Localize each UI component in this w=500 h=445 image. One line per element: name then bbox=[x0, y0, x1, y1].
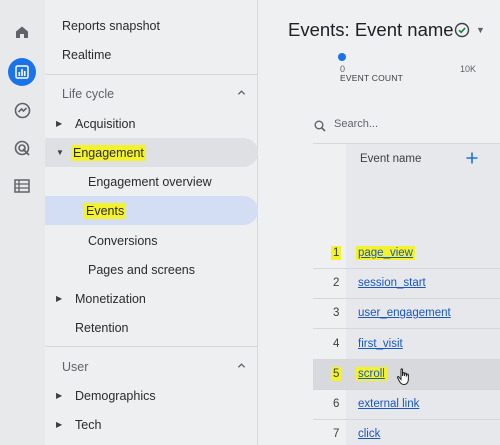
caret-right-icon: ▶ bbox=[56, 119, 63, 128]
row-index: 4 bbox=[333, 338, 340, 350]
caret-right-icon: ▶ bbox=[56, 391, 63, 400]
user-header: User bbox=[62, 359, 89, 374]
analytics-app: Reports snapshot Realtime Life cycle ▶ A… bbox=[0, 0, 500, 445]
chevron-up-icon bbox=[237, 90, 246, 95]
nav-item-engagement-overview[interactable]: Engagement overview bbox=[45, 167, 258, 196]
nav-realtime-label: Realtime bbox=[62, 47, 112, 62]
engagement-label: Engagement bbox=[71, 144, 146, 161]
table-row[interactable]: 6 external link bbox=[313, 390, 500, 420]
event-link-first-visit[interactable]: first_visit bbox=[358, 338, 403, 350]
row-index: 2 bbox=[333, 277, 340, 289]
life-cycle-header: Life cycle bbox=[62, 86, 115, 101]
nav-item-conversions[interactable]: Conversions bbox=[45, 226, 258, 255]
nav-item-monetization[interactable]: ▶ Monetization bbox=[45, 284, 258, 313]
advertising-icon[interactable] bbox=[12, 138, 32, 158]
demographics-label: Demographics bbox=[75, 388, 156, 403]
event-link-page-view[interactable]: page_view bbox=[356, 246, 415, 260]
caret-down-icon: ▼ bbox=[56, 148, 64, 157]
event-link-scroll[interactable]: scroll bbox=[356, 367, 387, 381]
nav-realtime[interactable]: Realtime bbox=[45, 40, 258, 69]
row-index: 5 bbox=[331, 367, 342, 381]
event-link-session-start[interactable]: session_start bbox=[358, 277, 426, 289]
explore-icon[interactable] bbox=[12, 100, 32, 120]
nav-item-pages-and-screens[interactable]: Pages and screens bbox=[45, 255, 258, 284]
table-row[interactable]: 2 session_start bbox=[313, 269, 500, 299]
table-row[interactable]: 3 user_engagement bbox=[313, 299, 500, 329]
nav-reports-snapshot-label: Reports snapshot bbox=[62, 18, 160, 33]
axis-tick-10k: 10K bbox=[460, 64, 477, 74]
nav-reports-snapshot[interactable]: Reports snapshot bbox=[45, 11, 258, 40]
engagement-overview-label: Engagement overview bbox=[88, 174, 212, 189]
nav-section-life-cycle[interactable]: Life cycle bbox=[45, 79, 258, 108]
hand-cursor-icon bbox=[396, 368, 409, 386]
search-input[interactable]: Search... bbox=[334, 118, 378, 130]
nav-item-retention[interactable]: Retention bbox=[45, 313, 258, 342]
add-dimension-icon[interactable] bbox=[465, 151, 479, 165]
icon-rail bbox=[0, 0, 45, 445]
event-link-external-link[interactable]: external link bbox=[358, 398, 419, 410]
table-row[interactable]: 7 click bbox=[313, 420, 500, 445]
table-row[interactable]: 1 page_view bbox=[313, 239, 500, 269]
row-index: 3 bbox=[333, 307, 340, 319]
axis-title: EVENT COUNT bbox=[340, 73, 403, 83]
dropdown-caret-icon[interactable]: ▼ bbox=[476, 25, 485, 35]
nav-item-events[interactable]: Events bbox=[45, 196, 258, 225]
check-circle-icon[interactable] bbox=[454, 22, 470, 38]
column-header-event-name[interactable]: Event name bbox=[360, 153, 421, 165]
reports-icon[interactable] bbox=[8, 58, 36, 86]
row-index: 6 bbox=[333, 398, 340, 410]
retention-label: Retention bbox=[75, 320, 129, 335]
conversions-label: Conversions bbox=[88, 233, 158, 248]
reports-nav: Reports snapshot Realtime Life cycle ▶ A… bbox=[45, 0, 258, 445]
nav-item-engagement[interactable]: ▼ Engagement bbox=[45, 138, 258, 167]
nav-section-user[interactable]: User bbox=[45, 352, 258, 381]
caret-right-icon: ▶ bbox=[56, 420, 63, 429]
nav-item-acquisition[interactable]: ▶ Acquisition bbox=[45, 109, 258, 138]
chevron-up-icon bbox=[237, 363, 246, 368]
search-icon bbox=[314, 120, 326, 132]
report-main: Events: Event name ▼ 0 10K EVENT COUNT S… bbox=[258, 0, 500, 445]
acquisition-label: Acquisition bbox=[75, 116, 136, 131]
tech-label: Tech bbox=[75, 417, 102, 432]
table-row[interactable]: 4 first_visit bbox=[313, 330, 500, 360]
pages-and-screens-label: Pages and screens bbox=[88, 262, 196, 277]
event-link-user-engagement[interactable]: user_engagement bbox=[358, 307, 451, 319]
axis-origin-marker bbox=[338, 53, 346, 61]
event-link-click[interactable]: click bbox=[358, 428, 380, 440]
row-index: 7 bbox=[333, 428, 340, 440]
monetization-label: Monetization bbox=[75, 291, 146, 306]
nav-item-tech[interactable]: ▶ Tech bbox=[45, 410, 258, 439]
page-title: Events: Event name bbox=[288, 19, 454, 40]
home-icon[interactable] bbox=[12, 22, 32, 42]
events-label: Events bbox=[84, 202, 127, 219]
nav-divider bbox=[45, 346, 258, 347]
row-index: 1 bbox=[331, 246, 342, 260]
nav-divider bbox=[45, 74, 258, 75]
configure-icon[interactable] bbox=[12, 176, 32, 196]
nav-item-demographics[interactable]: ▶ Demographics bbox=[45, 381, 258, 410]
caret-right-icon: ▶ bbox=[56, 294, 63, 303]
